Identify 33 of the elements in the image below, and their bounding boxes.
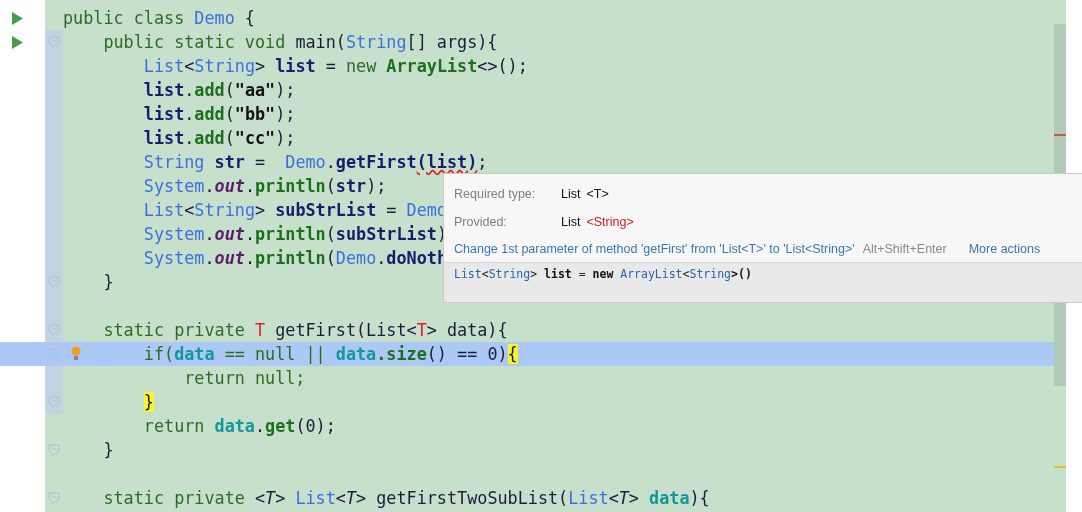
code-line: return data.get(0); bbox=[142, 415, 336, 437]
more-actions-link[interactable]: More actions bbox=[968, 242, 1041, 256]
code-line: static private T getFirst(List<T> data){ bbox=[102, 319, 508, 341]
type-text: List bbox=[561, 187, 581, 201]
declaration-code: List<String> list = new ArrayList<String>() bbox=[454, 267, 752, 281]
generic-text: <T> bbox=[586, 187, 609, 201]
run-icon[interactable] bbox=[12, 35, 23, 49]
code-line: list.add("bb"); bbox=[142, 103, 296, 125]
code-line: } bbox=[102, 271, 114, 293]
code-line: String str = Demo.getFirst(list); bbox=[142, 151, 488, 173]
code-line: System.out.println(str); bbox=[142, 175, 387, 197]
lightbulb-icon[interactable] bbox=[71, 346, 81, 360]
fold-icon[interactable] bbox=[48, 492, 60, 504]
code-line: list.add("aa"); bbox=[142, 79, 296, 101]
code-line: } bbox=[102, 439, 114, 461]
fix-action-link[interactable]: Change 1st parameter of method 'getFirst' from 'List<T>' to 'List<String>' bbox=[454, 242, 855, 256]
run-icon[interactable] bbox=[12, 11, 23, 25]
code-line: public static void main(String[] args){ bbox=[102, 31, 498, 53]
code-line: if(data == null || data.size() == 0){ bbox=[142, 343, 518, 365]
code-line: public class Demo { bbox=[63, 7, 255, 29]
shortcut-text: Alt+Shift+Enter bbox=[862, 242, 947, 256]
type-text: List bbox=[561, 215, 581, 229]
popup-label: Provided: bbox=[454, 215, 508, 229]
code-line: return null; bbox=[183, 367, 306, 389]
error-marker[interactable] bbox=[1054, 134, 1066, 136]
popup-label: Required type: bbox=[454, 187, 537, 201]
generic-text: <String> bbox=[586, 215, 634, 229]
code-line: list.add("cc"); bbox=[142, 127, 296, 149]
code-line: List<String> list = new ArrayList<>(); bbox=[142, 55, 528, 77]
code-line: static private <T> List<T> getFirstTwoSubList(List<T> data){ bbox=[102, 487, 710, 509]
fold-icon[interactable] bbox=[48, 348, 60, 360]
fold-icon[interactable] bbox=[48, 444, 60, 456]
warning-marker[interactable] bbox=[1054, 466, 1066, 468]
